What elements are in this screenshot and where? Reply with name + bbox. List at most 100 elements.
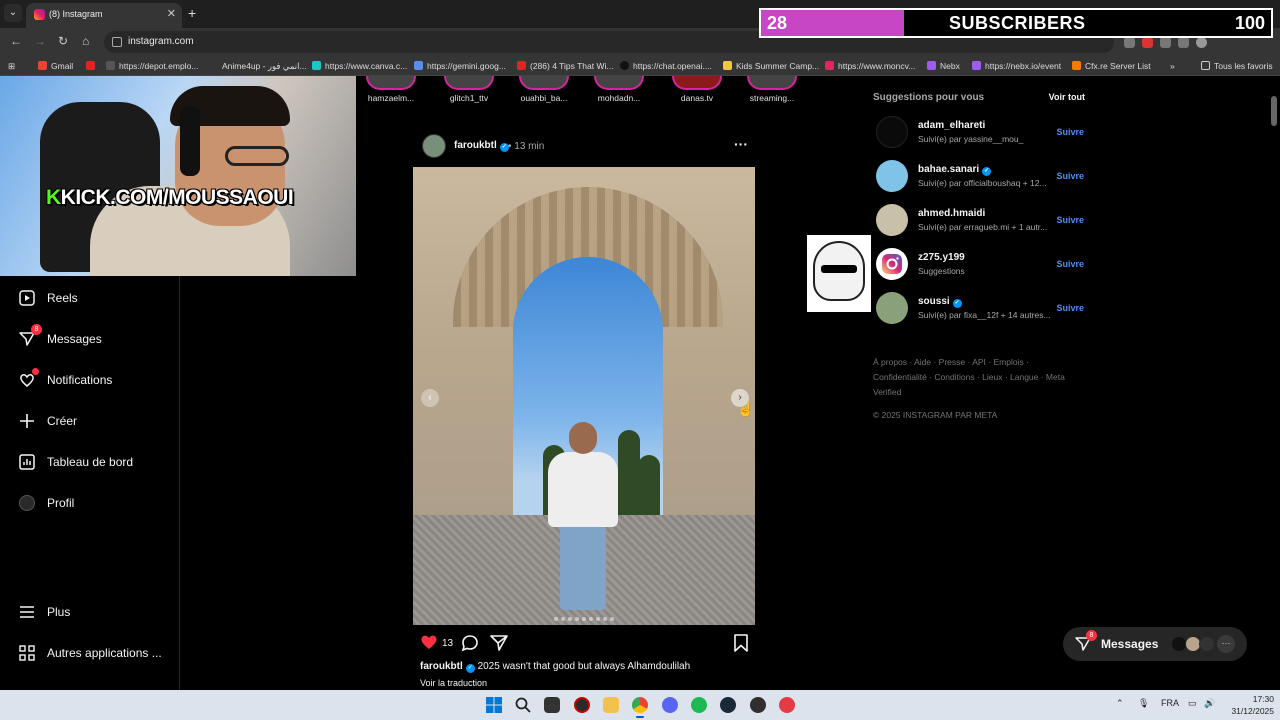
- follow-button[interactable]: Suivre: [1056, 303, 1084, 313]
- share-icon[interactable]: [490, 634, 508, 657]
- suggestion-username[interactable]: z275.y199: [918, 252, 965, 263]
- liked-heart-icon[interactable]: [420, 634, 438, 655]
- messages-badge: 8: [31, 324, 42, 335]
- home-icon[interactable]: ⌂: [82, 34, 89, 48]
- suggestion-avatar[interactable]: [876, 160, 908, 192]
- carousel-prev-icon[interactable]: ‹: [421, 389, 439, 407]
- all-bookmarks-folder[interactable]: Tous les favoris: [1201, 61, 1273, 71]
- site-info-icon[interactable]: [112, 37, 122, 47]
- sidebar-item-create[interactable]: Créer: [18, 410, 77, 432]
- suggestion-username[interactable]: bahae.sanari ✓: [918, 164, 992, 176]
- sidebar-item-more[interactable]: Plus: [18, 601, 70, 623]
- app-icon[interactable]: [574, 697, 590, 713]
- see-translation-link[interactable]: Voir la traduction: [420, 678, 487, 688]
- extension-icon[interactable]: [1160, 37, 1171, 48]
- follow-button[interactable]: Suivre: [1056, 171, 1084, 181]
- input-language[interactable]: FRA: [1161, 698, 1179, 708]
- bookmark-item[interactable]: https://depot.emplo...: [106, 61, 198, 71]
- bookmark-item[interactable]: [86, 61, 99, 71]
- story-item[interactable]: mohdadn...: [582, 76, 656, 103]
- tab-search-button[interactable]: ⌄: [4, 4, 22, 22]
- spotify-icon[interactable]: [691, 697, 707, 713]
- bookmark-item[interactable]: https://chat.openai....: [620, 61, 712, 71]
- browser-tab-instagram[interactable]: (8) Instagram ✕: [26, 3, 182, 28]
- carousel-dot: [568, 617, 572, 621]
- steam-icon[interactable]: [720, 697, 736, 713]
- extension-icon[interactable]: [1142, 37, 1153, 48]
- system-clock[interactable]: 17:30 31/12/2025: [1222, 693, 1274, 717]
- caption-author[interactable]: faroukbtl: [420, 661, 463, 672]
- app-icon[interactable]: [779, 697, 795, 713]
- suggestion-username[interactable]: ahmed.hmaidi: [918, 208, 985, 219]
- volume-icon[interactable]: 🔊: [1204, 698, 1215, 709]
- follow-button[interactable]: Suivre: [1056, 215, 1084, 225]
- tray-chevron-icon[interactable]: ⌃: [1116, 698, 1124, 709]
- scrollbar-thumb[interactable]: [1271, 96, 1277, 126]
- story-username: danas.tv: [680, 93, 714, 103]
- bookmark-item[interactable]: https://nebx.io/event: [972, 61, 1061, 71]
- extensions-puzzle-icon[interactable]: [1178, 37, 1189, 48]
- file-explorer-icon[interactable]: [603, 697, 619, 713]
- sidebar-item-profile[interactable]: Profil: [18, 492, 74, 514]
- post-photo[interactable]: [413, 167, 755, 625]
- subscriber-label: SUBSCRIBERS: [949, 13, 1086, 33]
- comment-icon[interactable]: [461, 634, 479, 657]
- url-text: instagram.com: [128, 36, 194, 47]
- story-item[interactable]: hamzaelm...: [354, 76, 428, 103]
- profile-avatar-icon[interactable]: [1196, 37, 1207, 48]
- bookmark-item[interactable]: Cfx.re Server List: [1072, 61, 1151, 71]
- sidebar-item-messages[interactable]: 8 Messages: [18, 324, 102, 350]
- network-icon[interactable]: ▭: [1188, 698, 1197, 709]
- new-tab-button[interactable]: +: [188, 5, 196, 21]
- task-view-icon[interactable]: [544, 697, 560, 713]
- suggestion-username[interactable]: soussi ✓: [918, 296, 962, 308]
- back-arrow-icon[interactable]: ←: [10, 34, 22, 48]
- tab-close-icon[interactable]: ✕: [167, 7, 176, 20]
- story-item[interactable]: streaming...: [735, 76, 809, 103]
- bookmark-item[interactable]: https://gemini.goog...: [414, 61, 506, 71]
- search-icon[interactable]: [515, 697, 531, 713]
- messages-floating-button[interactable]: 8 Messages ···: [1063, 627, 1247, 661]
- post-author[interactable]: faroukbtl ✓: [454, 140, 509, 152]
- sidebar-item-reels[interactable]: Reels: [18, 287, 78, 309]
- story-item[interactable]: ouahbi_ba...: [507, 76, 581, 103]
- extension-icon[interactable]: [1124, 37, 1135, 48]
- see-all-link[interactable]: Voir tout: [1049, 92, 1085, 102]
- more-options-icon[interactable]: ···: [734, 136, 748, 152]
- bookmark-item[interactable]: (286) 4 Tips That Wi...: [517, 61, 613, 71]
- apps-grid-icon[interactable]: ⊞: [8, 61, 15, 72]
- suggestion-avatar[interactable]: [876, 116, 908, 148]
- bookmark-item[interactable]: Gmail: [38, 61, 73, 71]
- follow-button[interactable]: Suivre: [1056, 127, 1084, 137]
- forward-arrow-icon[interactable]: →: [34, 34, 46, 48]
- save-bookmark-icon[interactable]: [734, 634, 748, 657]
- sidebar-item-dashboard[interactable]: Tableau de bord: [18, 451, 133, 473]
- story-item[interactable]: glitch1_ttv: [432, 76, 506, 103]
- bookmark-item[interactable]: https://www.moncv...: [825, 61, 915, 71]
- suggestion-avatar[interactable]: [876, 292, 908, 324]
- discord-icon[interactable]: [662, 697, 678, 713]
- sidebar-item-notifications[interactable]: Notifications: [18, 368, 112, 391]
- sunglasses-meme-sticker: [807, 235, 871, 312]
- windows-start-icon[interactable]: [486, 697, 502, 713]
- chrome-icon[interactable]: [632, 697, 648, 713]
- page-scrollbar[interactable]: [1270, 78, 1278, 688]
- bookmark-icon: [723, 61, 732, 70]
- bookmark-item[interactable]: Anime4up - انمي فور...: [222, 61, 307, 72]
- story-item[interactable]: danas.tv: [660, 76, 734, 103]
- reload-icon[interactable]: ↻: [58, 34, 68, 48]
- instagram-logo-icon[interactable]: [876, 248, 908, 280]
- sidebar-item-other-apps[interactable]: Autres applications ...: [18, 642, 162, 664]
- bookmark-item[interactable]: https://www.canva.c...: [312, 61, 407, 71]
- footer-links[interactable]: À propos · Aide · Presse · API · Emplois…: [873, 355, 1073, 400]
- bookmark-item[interactable]: Kids Summer Camp...: [723, 61, 819, 71]
- bookmark-item[interactable]: Nebx: [927, 61, 960, 71]
- more-bookmarks-icon[interactable]: »: [1170, 61, 1175, 71]
- suggestion-username[interactable]: adam_elhareti: [918, 120, 985, 131]
- follow-button[interactable]: Suivre: [1056, 259, 1084, 269]
- more-conversations-icon[interactable]: ···: [1217, 635, 1235, 653]
- post-author-avatar[interactable]: [422, 134, 446, 158]
- obs-icon[interactable]: [750, 697, 766, 713]
- suggestion-avatar[interactable]: [876, 204, 908, 236]
- microphone-icon[interactable]: 🎙: [1138, 698, 1149, 709]
